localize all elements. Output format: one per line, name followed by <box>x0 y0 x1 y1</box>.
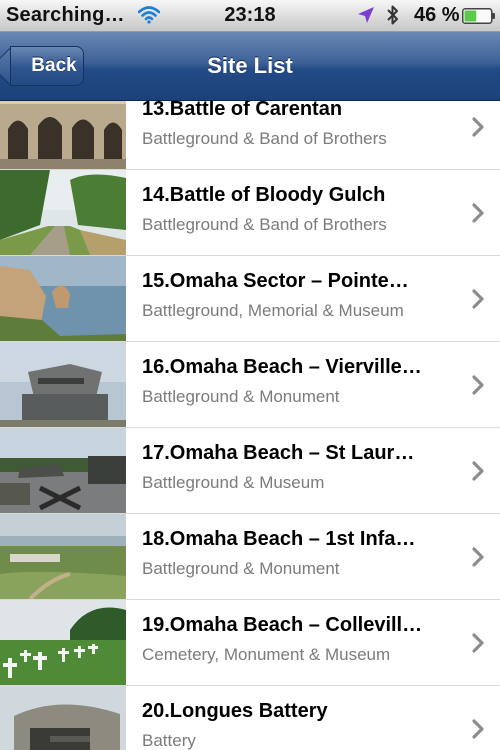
back-button-label: Back <box>31 55 77 76</box>
battery-level-fill <box>464 10 477 22</box>
site-list-item[interactable]: 14.Battle of Bloody Gulch Battleground & … <box>0 170 500 256</box>
chevron-right-icon <box>472 203 484 223</box>
site-title: 15.Omaha Sector – Pointe… <box>142 270 409 292</box>
site-list-item[interactable]: 15.Omaha Sector – Pointe… Battleground, M… <box>0 256 500 342</box>
bluetooth-icon <box>387 5 398 25</box>
site-list-item[interactable]: 16.Omaha Beach – Vierville… Battleground … <box>0 342 500 428</box>
site-subtitle: Battery <box>142 731 196 750</box>
chevron-right-icon <box>472 547 484 567</box>
site-subtitle: Battleground & Band of Brothers <box>142 129 387 148</box>
site-list-item[interactable]: 17.Omaha Beach – St Laur… Battleground & … <box>0 428 500 514</box>
site-title: 14.Battle of Bloody Gulch <box>142 184 386 206</box>
chevron-right-icon <box>472 719 484 739</box>
site-title: 20.Longues Battery <box>142 700 328 722</box>
site-title: 13.Battle of Carentan <box>142 101 343 120</box>
site-thumbnail <box>0 342 126 427</box>
site-subtitle: Cemetery, Monument & Museum <box>142 645 391 664</box>
site-subtitle: Battleground & Band of Brothers <box>142 215 387 234</box>
site-thumbnail <box>0 101 126 169</box>
site-thumbnail <box>0 514 126 599</box>
battery-percentage: 46 % <box>414 4 460 26</box>
site-list-item[interactable]: 20.Longues Battery Battery <box>0 686 500 750</box>
site-list-rows: 13.Battle of Carentan Battleground & Band… <box>0 101 500 750</box>
site-subtitle: Battleground & Monument <box>142 387 340 406</box>
site-title: 16.Omaha Beach – Vierville… <box>142 356 422 378</box>
site-list-item[interactable]: 13.Battle of Carentan Battleground & Band… <box>0 101 500 170</box>
site-thumbnail <box>0 428 126 513</box>
site-list[interactable]: 13.Battle of Carentan Battleground & Band… <box>0 101 500 750</box>
chevron-right-icon <box>472 375 484 395</box>
chevron-right-icon <box>472 633 484 653</box>
chevron-right-icon <box>472 117 484 137</box>
chevron-right-icon <box>472 461 484 481</box>
site-title: 19.Omaha Beach – Collevill… <box>142 614 423 636</box>
site-thumbnail <box>0 686 126 750</box>
back-button[interactable]: Back <box>10 46 84 86</box>
battery-icon <box>462 8 495 24</box>
status-bar: Searching… 23:18 46 % <box>0 0 500 32</box>
site-thumbnail <box>0 600 126 685</box>
site-list-item[interactable]: 19.Omaha Beach – Collevill… Cemetery, Mon… <box>0 600 500 686</box>
site-title: 18.Omaha Beach – 1st Infa… <box>142 528 416 550</box>
site-title: 17.Omaha Beach – St Laur… <box>142 442 415 464</box>
site-list-item[interactable]: 18.Omaha Beach – 1st Infa… Battleground &… <box>0 514 500 600</box>
navigation-bar: Site List Back <box>0 32 500 101</box>
site-subtitle: Battleground & Monument <box>142 559 340 578</box>
chevron-right-icon <box>472 289 484 309</box>
site-subtitle: Battleground, Memorial & Museum <box>142 301 404 320</box>
site-subtitle: Battleground & Museum <box>142 473 325 492</box>
site-thumbnail <box>0 170 126 255</box>
location-arrow-icon <box>358 7 374 23</box>
site-thumbnail <box>0 256 126 341</box>
